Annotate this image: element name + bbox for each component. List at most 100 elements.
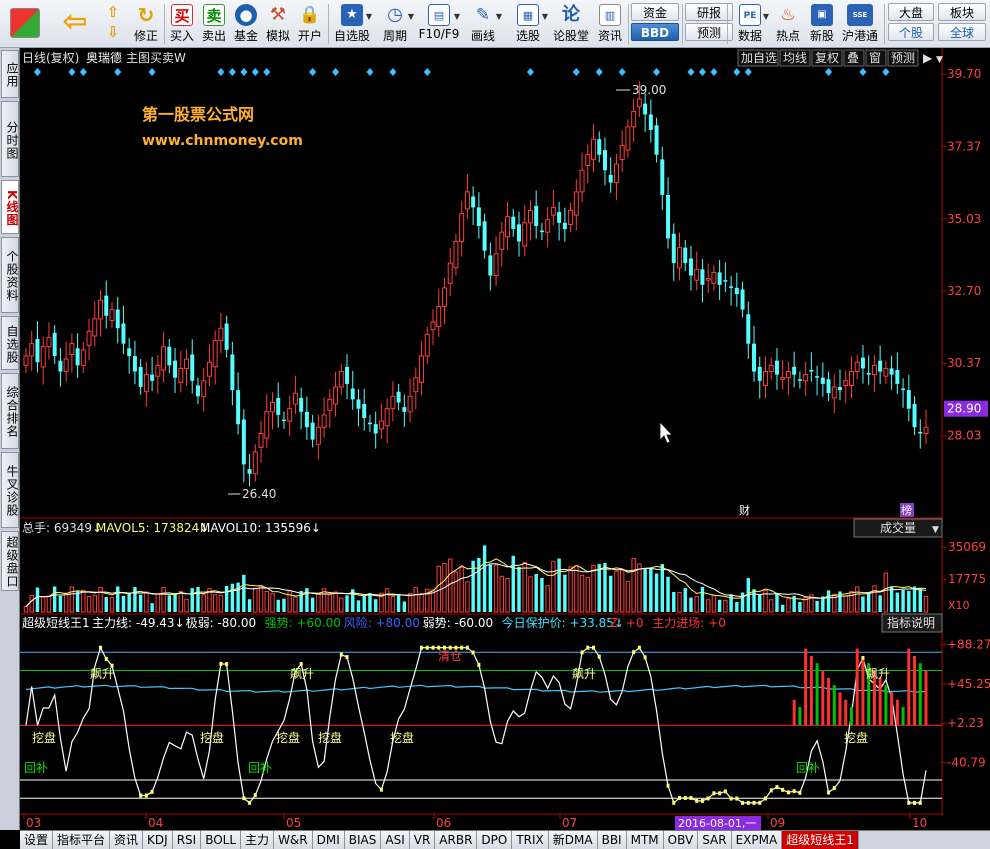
volume-axis-label: 35069 <box>948 540 986 554</box>
indicator-tab-20[interactable]: EXPMA <box>731 831 783 849</box>
volume-bar <box>534 574 538 612</box>
fund-flow-button[interactable]: 资金 <box>631 3 679 21</box>
app-logo-button[interactable] <box>4 2 46 46</box>
candle-body <box>768 364 774 373</box>
dropdown-arrow-icon: ▼ <box>762 12 769 21</box>
indicator-tab-5[interactable]: BOLL <box>201 831 242 849</box>
indicator-signal-dig: 挖盘 <box>318 730 342 745</box>
chart-area[interactable]: 日线(复权) 奥瑞德 主图买卖W 加自选 均线 复权叠窗预测 ▶ ▼ 第一股票公式网 w… <box>20 48 990 830</box>
indicator-tab-1[interactable]: 指标平台 <box>53 831 111 849</box>
f10-button[interactable]: ▤ ▼ F10/F9 <box>417 2 461 46</box>
simulate-button[interactable]: ⚒ 模拟 <box>263 2 293 46</box>
volume-bar <box>563 574 567 612</box>
bbd-button[interactable]: BBD <box>631 23 679 41</box>
indicator-tab-13[interactable]: DPO <box>477 831 513 849</box>
data-button[interactable]: PE ▼ 数据 <box>730 2 770 46</box>
candle-body <box>258 432 264 448</box>
new-stock-button[interactable]: ▣ 新股 <box>806 2 838 46</box>
indicator-tab-16[interactable]: BBI <box>597 831 627 849</box>
hk-connect-button[interactable]: SSE 沪港通 <box>840 2 880 46</box>
indicator-tab-15[interactable]: 新DMA <box>548 831 598 849</box>
candle-body <box>860 357 865 369</box>
candle-body <box>115 309 120 329</box>
single-stock-button[interactable]: 个股 <box>888 23 934 41</box>
expand-icon[interactable]: ▶ <box>923 51 933 65</box>
date-axis-label: 10 <box>912 816 927 830</box>
buy-button[interactable]: 买 买入 <box>167 2 197 46</box>
candle-body <box>63 358 69 373</box>
back-button[interactable]: ⇦ <box>54 2 96 46</box>
mavol5-value: MAVOL5: 173824↓ <box>96 521 209 535</box>
indicator-tab-7[interactable]: W&R <box>274 831 313 849</box>
left-tab-1[interactable]: 分时图 <box>1 101 19 177</box>
draw-line-button[interactable]: ✎ ▼ 画线 <box>463 2 503 46</box>
hot-icon: ♨ <box>780 5 796 25</box>
signal-tick <box>144 793 148 798</box>
indicator-tab-4[interactable]: RSI <box>172 831 202 849</box>
sell-button[interactable]: 卖 卖出 <box>199 2 229 46</box>
signal-tick <box>683 795 687 800</box>
candle-body <box>315 426 321 445</box>
date-axis-label: 06 <box>436 816 451 830</box>
period-button[interactable]: ◷ ▼ 周期 <box>375 2 415 46</box>
up-down-button[interactable]: ⇧ ⇩ <box>98 2 128 46</box>
market-index-button[interactable]: 大盘 <box>888 3 934 21</box>
price-axis-label: 28.03 <box>947 429 981 443</box>
volume-bar <box>568 566 573 613</box>
forecast-button[interactable]: 预测 <box>685 23 733 41</box>
signal-tick <box>471 650 475 655</box>
left-tab-4[interactable]: 自选股 <box>1 316 19 370</box>
indicator-tab-17[interactable]: MTM <box>626 831 664 849</box>
signal-tick <box>798 790 802 795</box>
candle-body <box>734 287 739 295</box>
indicator-tab-12[interactable]: ARBR <box>435 831 478 849</box>
left-tab-6[interactable]: 牛叉诊股 <box>1 452 19 528</box>
volume-bar <box>649 567 653 612</box>
indicator-tab-19[interactable]: SAR <box>698 831 732 849</box>
open-account-button[interactable]: 🔒 开户 <box>295 2 325 46</box>
stock-screen-button[interactable]: ▦ ▼ 选股 <box>507 2 549 46</box>
refresh-button[interactable]: ↻ 修正 <box>130 2 162 46</box>
candle-body <box>785 371 791 379</box>
candle-body <box>52 332 57 357</box>
indicator-tab-9[interactable]: BIAS <box>344 831 382 849</box>
indicator-tab-21[interactable]: 超级短线王1 <box>782 831 859 849</box>
indicator-value-6: Z: +0 <box>610 616 644 630</box>
left-tab-7[interactable]: 超级盘口 <box>1 531 19 591</box>
candle-body <box>539 230 544 233</box>
date-axis-label: 07 <box>562 816 577 830</box>
indicator-tab-11[interactable]: VR <box>409 831 436 849</box>
news-button[interactable]: ▥ 资讯 <box>594 2 626 46</box>
left-tab-0[interactable]: 应用 <box>1 50 19 98</box>
indicator-tab-10[interactable]: ASI <box>381 831 410 849</box>
research-report-button[interactable]: 研报 <box>685 3 733 21</box>
watermark-title: 第一股票公式网 <box>142 105 254 124</box>
sector-button[interactable]: 板块 <box>938 3 986 21</box>
indicator-tab-2[interactable]: 资讯 <box>110 831 144 849</box>
watchlist-button[interactable]: ★ ▼ 自选股 <box>331 2 373 46</box>
indicator-signal-dig: 挖盘 <box>390 730 414 745</box>
indicator-tab-6[interactable]: 主力 <box>241 831 275 849</box>
fund-button[interactable]: ● 基金 <box>231 2 261 46</box>
indicator-tab-8[interactable]: DMI <box>312 831 345 849</box>
hot-button[interactable]: ♨ 热点 <box>772 2 804 46</box>
global-button[interactable]: 全球 <box>938 23 986 41</box>
forum-button[interactable]: 论 论股堂 <box>551 2 591 46</box>
chevron-down-icon[interactable]: ▼ <box>936 55 943 65</box>
date-axis-label: 09 <box>770 816 785 830</box>
volume-bar <box>585 576 590 613</box>
indicator-tab-14[interactable]: TRIX <box>512 831 549 849</box>
left-tab-2[interactable]: K线图 <box>1 180 19 234</box>
indicator-tab-3[interactable]: KDJ <box>143 831 173 849</box>
buy-icon: 买 <box>171 4 193 26</box>
candle-body <box>447 262 453 284</box>
indicator-tab-0[interactable]: 设置 <box>20 831 54 849</box>
left-tab-5[interactable]: 综合排名 <box>1 373 19 449</box>
candle-body <box>150 374 155 381</box>
left-tab-3[interactable]: 个股资料 <box>1 237 19 313</box>
candle-body <box>883 367 889 377</box>
candle-body <box>912 404 917 428</box>
volume-bar <box>310 597 315 612</box>
back-arrow-icon: ⇦ <box>62 4 88 39</box>
indicator-tab-18[interactable]: OBV <box>663 831 699 849</box>
